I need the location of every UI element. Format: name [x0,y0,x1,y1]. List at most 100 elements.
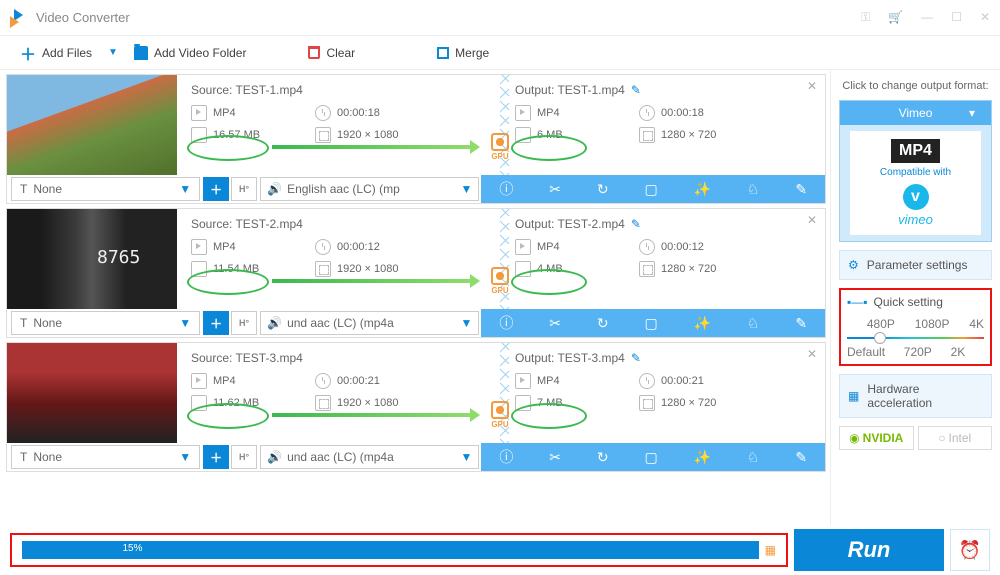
sliders-icon: ⚙ [848,258,859,272]
crop-icon[interactable]: ▢ [644,181,657,198]
output-label: Output: TEST-3.mp4✎ [515,351,811,365]
add-subtitle-button[interactable]: ＋ [203,445,229,469]
dimensions-icon [315,261,331,277]
edit-tools: ⓘ ✂ ↻ ▢ ✨ ♘ ✎ [481,443,825,471]
app-logo-icon [10,9,28,27]
rotate-icon[interactable]: ↻ [597,315,609,332]
gpu-icon: GPU [491,267,509,295]
trash-icon [308,46,320,59]
watermark-icon[interactable]: ♘ [747,315,760,332]
rotate-icon[interactable]: ↻ [597,181,609,198]
add-folder-button[interactable]: Add Video Folder [124,42,257,64]
info-icon[interactable]: ⓘ [499,313,513,333]
folder-icon [134,46,148,60]
format-icon [191,239,207,255]
quick-setting-panel: ▪—▪Quick setting 480P1080P4K Default720P… [839,288,992,366]
quality-slider[interactable] [847,337,984,339]
close-icon[interactable]: ✕ [980,10,990,25]
file-icon [515,127,531,143]
file-row: Source: TEST-2.mp4 MP4 00:00:12 11.54 MB… [6,208,826,338]
video-thumbnail[interactable] [7,209,177,309]
file-icon [515,261,531,277]
source-label: Source: TEST-2.mp4 [191,217,487,231]
cut-icon[interactable]: ✂ [549,449,561,466]
watermark-icon[interactable]: ♘ [747,181,760,198]
watermark-icon[interactable]: ♘ [747,449,760,466]
crop-icon[interactable]: ▢ [644,449,657,466]
cut-icon[interactable]: ✂ [549,315,561,332]
remove-icon[interactable]: ✕ [807,213,817,227]
format-icon [515,105,531,121]
subtitle-icon[interactable]: ✎ [795,449,807,466]
audio-dropdown[interactable]: 🔊und aac (LC) (mp4a▼ [260,445,479,469]
edit-icon[interactable]: ✎ [631,83,641,97]
intel-button[interactable]: ○Intel [918,426,993,450]
audio-dropdown[interactable]: 🔊und aac (LC) (mp4a▼ [260,311,479,335]
subtitle-icon[interactable]: ✎ [795,181,807,198]
remove-icon[interactable]: ✕ [807,347,817,361]
format-icon [515,239,531,255]
video-thumbnail[interactable] [7,75,177,175]
maximize-icon[interactable]: ☐ [951,10,962,25]
add-files-button[interactable]: ＋Add Files [10,37,102,69]
rotate-icon[interactable]: ↻ [597,449,609,466]
output-folder-icon[interactable]: ▦ [765,543,776,557]
source-label: Source: TEST-3.mp4 [191,351,487,365]
file-icon [515,395,531,411]
video-thumbnail[interactable] [7,343,177,443]
add-subtitle-button[interactable]: ＋ [203,177,229,201]
effects-icon[interactable]: ✨ [694,449,711,466]
effects-icon[interactable]: ✨ [694,181,711,198]
key-icon[interactable]: ⚿ [861,10,870,25]
clock-icon [315,239,331,255]
speaker-icon: 🔊 [267,182,282,196]
clear-button[interactable]: Clear [298,42,365,64]
edit-icon[interactable]: ✎ [631,351,641,365]
edit-tools: ⓘ ✂ ↻ ▢ ✨ ♘ ✎ [481,175,825,203]
add-files-dropdown[interactable]: ▼ [108,47,118,58]
run-button[interactable]: Run [794,529,944,571]
parameter-settings-button[interactable]: ⚙Parameter settings [839,250,992,280]
dimensions-icon [639,127,655,143]
info-icon[interactable]: ⓘ [499,179,513,199]
schedule-button[interactable]: ⏰ [950,529,990,571]
clock-icon [315,105,331,121]
cut-icon[interactable]: ✂ [549,181,561,198]
hardware-accel-button[interactable]: ▦Hardware acceleration [839,374,992,418]
cart-icon[interactable]: 🛒 [888,10,903,25]
file-icon [191,127,207,143]
remove-icon[interactable]: ✕ [807,79,817,93]
output-preset[interactable]: Vimeo MP4 Compatible with v vimeo [839,100,992,242]
edit-tools: ⓘ ✂ ↻ ▢ ✨ ♘ ✎ [481,309,825,337]
gpu-icon: GPU [491,401,509,429]
hd-button[interactable]: H° [231,445,257,469]
edit-icon[interactable]: ✎ [631,217,641,231]
subtitle-icon[interactable]: ✎ [795,315,807,332]
merge-icon [437,47,449,59]
nvidia-button[interactable]: ◉NVIDIA [839,426,914,450]
minimize-icon[interactable]: — [921,10,933,25]
dimensions-icon [315,395,331,411]
file-list: Source: TEST-1.mp4 MP4 00:00:18 16.57 MB… [0,70,830,525]
audio-dropdown[interactable]: 🔊English aac (LC) (mp▼ [260,177,479,201]
source-label: Source: TEST-1.mp4 [191,83,487,97]
hd-button[interactable]: H° [231,177,257,201]
gpu-icon: GPU [491,133,509,161]
format-icon [191,373,207,389]
hd-button[interactable]: H° [231,311,257,335]
format-icon [191,105,207,121]
progress-bar: 15% [22,541,759,559]
info-icon[interactable]: ⓘ [499,447,513,467]
subtitle-dropdown[interactable]: TNone▼ [11,177,200,201]
subtitle-dropdown[interactable]: TNone▼ [11,445,200,469]
merge-button[interactable]: Merge [427,42,499,64]
crop-icon[interactable]: ▢ [644,315,657,332]
subtitle-dropdown[interactable]: TNone▼ [11,311,200,335]
effects-icon[interactable]: ✨ [694,315,711,332]
bottom-bar: 15% ▦ Run ⏰ [0,525,1000,575]
add-subtitle-button[interactable]: ＋ [203,311,229,335]
file-row: Source: TEST-3.mp4 MP4 00:00:21 11.62 MB… [6,342,826,472]
speaker-icon: 🔊 [267,450,282,464]
clock-icon [639,373,655,389]
chip-icon: ▦ [848,389,859,403]
